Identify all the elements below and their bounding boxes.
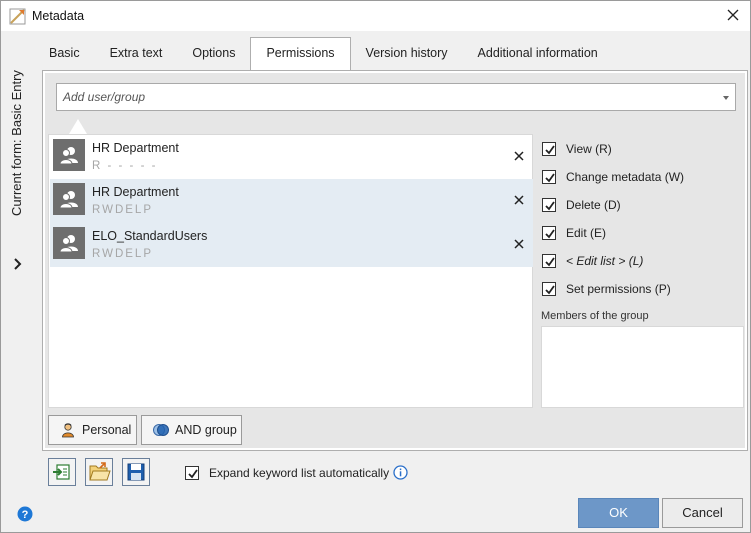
close-icon[interactable] bbox=[513, 238, 525, 250]
list-item[interactable]: HR Department RWDELP bbox=[50, 179, 533, 223]
save-icon bbox=[127, 463, 145, 481]
user-group-icon bbox=[53, 183, 85, 215]
entry-name: ELO_StandardUsers bbox=[92, 229, 208, 243]
change-metadata-checkbox[interactable] bbox=[542, 170, 556, 184]
permission-entry-list: HR Department R - - - - - HR Department … bbox=[48, 134, 533, 408]
and-group-button[interactable]: AND group bbox=[141, 415, 242, 445]
edit-label: Edit (E) bbox=[566, 226, 607, 240]
open-folder-icon bbox=[89, 462, 111, 481]
edit-list-checkbox[interactable] bbox=[542, 254, 556, 268]
close-icon[interactable] bbox=[724, 6, 742, 24]
tab-additional-information[interactable]: Additional information bbox=[463, 36, 613, 70]
members-of-group-label: Members of the group bbox=[541, 310, 649, 322]
import-button[interactable] bbox=[48, 458, 76, 486]
expand-keyword-checkbox[interactable] bbox=[185, 466, 199, 480]
entry-name: HR Department bbox=[92, 185, 179, 199]
user-group-icon bbox=[53, 139, 85, 171]
tab-options[interactable]: Options bbox=[177, 36, 250, 70]
view-checkbox[interactable] bbox=[542, 142, 556, 156]
person-icon bbox=[62, 423, 74, 438]
expand-keyword-option[interactable]: Expand keyword list automatically bbox=[185, 466, 389, 480]
user-group-icon bbox=[53, 227, 85, 259]
info-icon[interactable] bbox=[393, 465, 408, 480]
permission-view-row[interactable]: View (R) bbox=[542, 138, 612, 160]
set-permissions-label: Set permissions (P) bbox=[566, 282, 671, 296]
add-user-group-placeholder: Add user/group bbox=[63, 90, 146, 104]
permission-edit-list-row[interactable]: < Edit list > (L) bbox=[542, 250, 643, 272]
set-permissions-checkbox[interactable] bbox=[542, 282, 556, 296]
svg-text:?: ? bbox=[22, 509, 29, 521]
close-icon[interactable] bbox=[513, 194, 525, 206]
entry-name: HR Department bbox=[92, 141, 179, 155]
sidebar-form-label: Current form: Basic Entry bbox=[9, 70, 24, 216]
open-folder-button[interactable] bbox=[85, 458, 113, 486]
personal-button[interactable]: Personal bbox=[48, 415, 137, 445]
change-metadata-label: Change metadata (W) bbox=[566, 170, 685, 184]
import-icon bbox=[53, 464, 70, 480]
permission-change-metadata-row[interactable]: Change metadata (W) bbox=[542, 166, 684, 188]
expand-keyword-label: Expand keyword list automatically bbox=[209, 466, 390, 480]
list-item[interactable]: ELO_StandardUsers RWDELP bbox=[50, 223, 533, 267]
permission-set-permissions-row[interactable]: Set permissions (P) bbox=[542, 278, 671, 300]
view-label: View (R) bbox=[566, 142, 612, 156]
members-of-group-list[interactable] bbox=[541, 326, 744, 408]
entry-permissions: RWDELP bbox=[92, 248, 153, 260]
chevron-down-icon[interactable] bbox=[723, 96, 729, 100]
help-icon[interactable]: ? bbox=[17, 506, 33, 522]
chevron-right-icon[interactable] bbox=[11, 257, 25, 271]
save-button[interactable] bbox=[122, 458, 150, 486]
tab-extra-text[interactable]: Extra text bbox=[95, 36, 178, 70]
side-panel: Current form: Basic Entry bbox=[1, 31, 34, 501]
metadata-dialog: Metadata Current form: Basic Entry ? Bas… bbox=[0, 0, 751, 533]
permission-delete-row[interactable]: Delete (D) bbox=[542, 194, 621, 216]
add-user-group-combobox[interactable]: Add user/group bbox=[56, 83, 736, 111]
list-item[interactable]: HR Department R - - - - - bbox=[50, 135, 533, 179]
edit-checkbox[interactable] bbox=[542, 226, 556, 240]
and-group-button-label: AND group bbox=[175, 423, 237, 437]
delete-label: Delete (D) bbox=[566, 198, 621, 212]
metadata-form-icon bbox=[9, 8, 26, 25]
ok-button[interactable]: OK bbox=[578, 498, 659, 528]
permission-edit-row[interactable]: Edit (E) bbox=[542, 222, 606, 244]
cancel-button[interactable]: Cancel bbox=[662, 498, 743, 528]
edit-list-label: < Edit list > (L) bbox=[566, 254, 644, 268]
tab-basic[interactable]: Basic bbox=[34, 36, 95, 70]
delete-checkbox[interactable] bbox=[542, 198, 556, 212]
tab-bar: Basic Extra text Options Permissions Ver… bbox=[34, 34, 613, 73]
and-group-icon bbox=[153, 424, 169, 436]
close-icon[interactable] bbox=[513, 150, 525, 162]
title-bar: Metadata bbox=[1, 1, 750, 31]
entry-permissions: RWDELP bbox=[92, 204, 153, 216]
personal-button-label: Personal bbox=[82, 423, 132, 437]
tab-permissions[interactable]: Permissions bbox=[250, 37, 351, 73]
tab-version-history[interactable]: Version history bbox=[351, 36, 463, 70]
entry-permissions: R - - - - - bbox=[92, 160, 158, 172]
window-title: Metadata bbox=[32, 9, 85, 23]
callout-pointer bbox=[69, 119, 87, 134]
